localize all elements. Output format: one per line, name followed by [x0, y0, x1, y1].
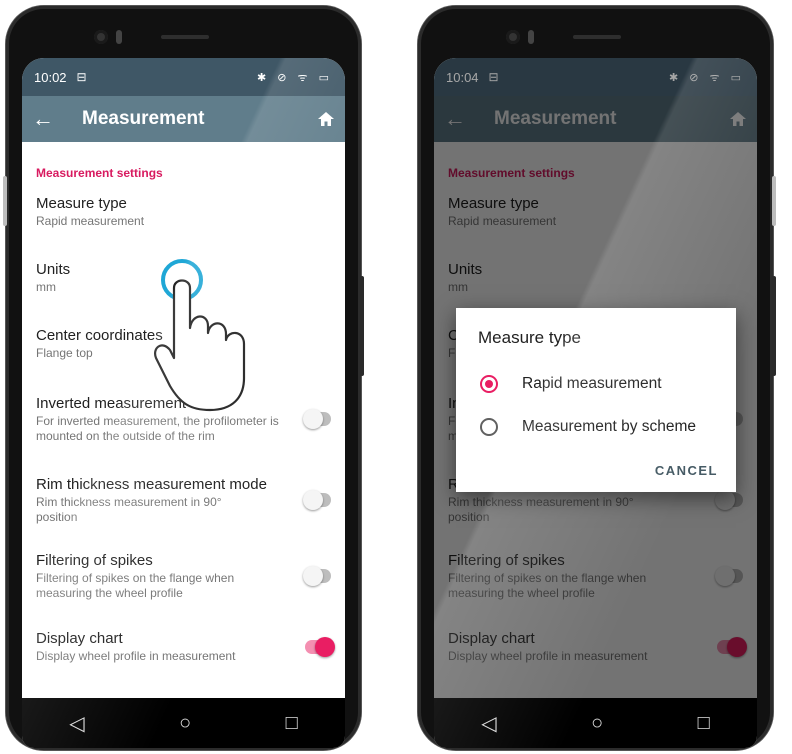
status-time: 10:02	[34, 69, 67, 85]
setting-display-chart[interactable]: Display chart Display wheel profile in m…	[36, 630, 345, 664]
option-label: Rapid measurement	[522, 374, 662, 392]
earpiece	[573, 35, 621, 39]
nav-back-icon[interactable]: ◁	[69, 711, 84, 736]
toggle-switch[interactable]	[305, 637, 335, 657]
toggle-knob	[303, 566, 323, 586]
power-button	[772, 276, 776, 376]
section-header: Measurement settings	[36, 166, 163, 180]
screen-right: 10:04 ⊟ ✱ ⊘ ᯤ ▭ ← Measurement Measuremen…	[434, 58, 757, 748]
front-camera	[94, 30, 108, 44]
nav-recent-icon[interactable]: □	[698, 712, 710, 735]
setting-title: Filtering of spikes	[36, 551, 153, 569]
toggle-knob	[315, 637, 335, 657]
setting-title: Rim thickness measurement mode	[36, 475, 267, 493]
status-bar: 10:02 ⊟ ✱ ⊘ ᯤ ▭	[22, 58, 345, 96]
setting-filtering-spikes[interactable]: Filtering of spikes Filtering of spikes …	[36, 552, 345, 600]
option-measurement-by-scheme[interactable]: Measurement by scheme	[456, 405, 736, 448]
back-arrow-icon[interactable]: ←	[32, 106, 72, 132]
app-bar: ← Measurement	[22, 96, 345, 142]
home-icon[interactable]	[317, 111, 335, 127]
cancel-button[interactable]: CANCEL	[655, 463, 718, 478]
phone-right: 10:04 ⊟ ✱ ⊘ ᯤ ▭ ← Measurement Measuremen…	[418, 6, 776, 750]
sensor	[528, 30, 534, 44]
page-title: Measurement	[82, 108, 205, 129]
status-scrim	[434, 58, 757, 96]
nav-home-icon[interactable]: ○	[179, 712, 191, 735]
setting-subtitle: Rim thickness measurement in 90° positio…	[36, 494, 222, 524]
setting-rim-thickness[interactable]: Rim thickness measurement mode Rim thick…	[36, 476, 345, 524]
navigation-bar: ◁ ○ □	[22, 698, 345, 748]
nav-recent-icon[interactable]: □	[286, 712, 298, 735]
toggle-switch[interactable]	[303, 490, 331, 510]
volume-button	[772, 176, 776, 226]
nav-home-icon[interactable]: ○	[591, 712, 603, 735]
navigation-bar: ◁ ○ □	[434, 698, 757, 748]
earpiece	[161, 35, 209, 39]
power-button	[360, 276, 364, 376]
setting-title: Display chart	[36, 630, 123, 647]
toggle-switch[interactable]	[303, 409, 331, 429]
setting-title: Measure type	[36, 195, 127, 212]
tap-hand-icon	[152, 258, 262, 423]
measure-type-dialog: Measure type Rapid measurement Measureme…	[456, 308, 736, 492]
radio-unselected-icon[interactable]	[480, 417, 498, 436]
nav-back-icon[interactable]: ◁	[481, 711, 496, 736]
sensor	[116, 30, 122, 44]
setting-subtitle: Display wheel profile in measurement	[36, 649, 236, 663]
status-icons: ✱ ⊘ ᯤ ▭	[256, 71, 333, 84]
setting-measure-type[interactable]: Measure type Rapid measurement	[36, 192, 345, 232]
toggle-knob	[303, 490, 323, 510]
dialog-title: Measure type	[478, 328, 581, 347]
setting-subtitle: Filtering of spikes on the flange when m…	[36, 570, 235, 600]
option-rapid-measurement[interactable]: Rapid measurement	[456, 362, 736, 405]
option-label: Measurement by scheme	[522, 417, 697, 435]
toggle-knob	[303, 409, 323, 429]
phone-left: 10:02 ⊟ ✱ ⊘ ᯤ ▭ ← Measurement Measuremen…	[3, 6, 364, 750]
front-camera	[506, 30, 520, 44]
toggle-switch[interactable]	[303, 566, 331, 586]
setting-subtitle: Rapid measurement	[36, 214, 145, 228]
volume-button	[3, 176, 7, 226]
radio-selected-icon[interactable]	[480, 374, 498, 393]
sim-icon: ⊟	[76, 70, 87, 84]
screen-left: 10:02 ⊟ ✱ ⊘ ᯤ ▭ ← Measurement Measuremen…	[22, 58, 345, 748]
